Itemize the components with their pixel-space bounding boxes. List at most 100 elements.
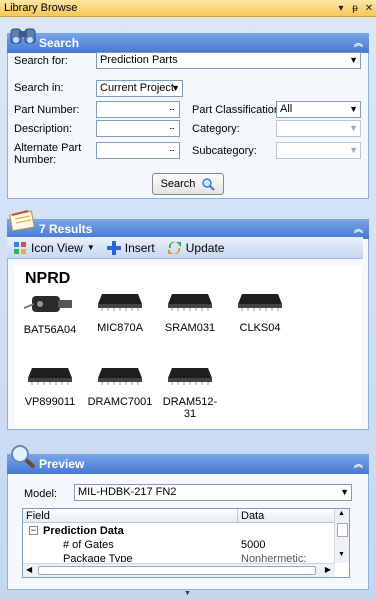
results-notepad-icon xyxy=(9,210,35,232)
results-panel-title: 7 Results xyxy=(39,222,93,236)
table-row[interactable]: Package Type Nonhermetic: DIPs, P xyxy=(23,552,335,562)
diode-part-icon xyxy=(23,296,72,312)
insert-label: Insert xyxy=(124,240,155,255)
chevron-down-icon: ▼ xyxy=(86,243,95,252)
scroll-up-icon[interactable]: ▲ xyxy=(338,510,345,517)
part-item[interactable]: MIC870A xyxy=(87,284,153,334)
part-number-label: Part Number: xyxy=(14,104,80,116)
search-button[interactable]: Search xyxy=(152,173,224,195)
search-in-value: Current Project xyxy=(100,82,174,94)
part-item[interactable]: NPRD BAT56A04 xyxy=(17,270,83,336)
chip-part-icon xyxy=(168,294,212,311)
browse-button[interactable]: ... xyxy=(165,144,178,157)
chevron-down-icon: ▼ xyxy=(349,55,358,65)
part-name: MIC870A xyxy=(97,322,143,334)
title-bar: Library Browse ▾ ᵽ ✕ xyxy=(0,0,376,17)
preview-grid: Field Data − Prediction Data # of Gates … xyxy=(22,508,350,578)
column-divider xyxy=(237,509,238,523)
nprd-badge: NPRD xyxy=(25,270,71,287)
part-name: VP899011 xyxy=(24,396,76,408)
collapse-chevron-icon[interactable]: ︽ xyxy=(354,222,363,235)
icon-view-dropdown[interactable]: Icon View ▼ xyxy=(13,241,95,255)
grid-header: Field Data xyxy=(23,509,335,523)
dropdown-icon[interactable]: ▾ xyxy=(334,3,348,14)
alternate-part-number-label: Alternate Part Number: xyxy=(14,142,82,166)
column-header-field[interactable]: Field xyxy=(26,510,50,522)
vertical-scrollbar[interactable]: ▲ ▼ xyxy=(334,509,349,563)
chevron-down-icon: ▼ xyxy=(349,145,358,155)
part-item[interactable]: VP899011 xyxy=(17,358,83,408)
scroll-left-icon[interactable]: ◀ xyxy=(26,565,32,574)
part-name: BAT56A04 xyxy=(23,324,77,336)
search-panel-header[interactable]: Search ︽ xyxy=(7,33,369,53)
scroll-down-icon[interactable]: ▼ xyxy=(338,551,345,558)
subcategory-label: Subcategory: xyxy=(192,145,257,157)
data-cell: Nonhermetic: DIPs, P xyxy=(241,553,307,562)
scroll-right-icon[interactable]: ▶ xyxy=(325,565,331,574)
chip-part-icon xyxy=(98,294,142,311)
update-button[interactable]: Update xyxy=(167,240,225,255)
preview-panel-header[interactable]: Preview ︽ xyxy=(7,454,369,474)
search-in-label: Search in: xyxy=(14,82,64,94)
part-item[interactable]: DRAMC7001 xyxy=(87,358,153,408)
preview-magnifier-icon xyxy=(11,445,36,469)
search-for-label: Search for: xyxy=(14,55,68,67)
model-select[interactable]: MIL-HDBK-217 FN2 ▼ xyxy=(74,484,352,501)
category-label: Category: xyxy=(192,123,240,135)
group-row[interactable]: − Prediction Data xyxy=(23,524,335,538)
collapse-box-icon[interactable]: − xyxy=(29,526,38,535)
view-icons-icon xyxy=(14,241,26,254)
part-name: DRAM512-31 xyxy=(162,396,218,420)
results-toolbar: Icon View ▼ Insert Update xyxy=(7,237,363,259)
chip-part-icon xyxy=(98,368,142,385)
collapse-chevron-icon[interactable]: ︽ xyxy=(354,457,363,470)
chip-part-icon xyxy=(28,368,72,385)
search-in-select[interactable]: Current Project ▼ xyxy=(96,80,183,97)
browse-button[interactable]: ... xyxy=(165,103,178,116)
field-cell: Package Type xyxy=(63,553,133,562)
search-panel-title: Search xyxy=(39,36,80,50)
search-for-value: Prediction Parts xyxy=(100,54,178,66)
horizontal-scrollbar[interactable]: ◀ ▶ xyxy=(23,563,335,577)
table-row[interactable]: # of Gates 5000 xyxy=(23,538,335,552)
chevron-down-icon: ▼ xyxy=(171,83,180,93)
part-name: SRAM031 xyxy=(164,322,216,334)
update-refresh-icon xyxy=(167,241,181,254)
category-select[interactable]: ▼ xyxy=(276,120,361,137)
chevron-down-icon: ▼ xyxy=(349,123,358,133)
part-name: DRAMC7001 xyxy=(87,396,153,408)
subcategory-select[interactable]: ▼ xyxy=(276,142,361,159)
pin-icon[interactable]: ᵽ xyxy=(348,3,362,14)
scroll-thumb[interactable] xyxy=(38,566,316,575)
part-classification-value: All xyxy=(280,103,293,115)
insert-plus-icon xyxy=(106,240,121,255)
part-number-input[interactable]: ... xyxy=(96,101,180,118)
alternate-part-number-input[interactable]: ... xyxy=(96,142,180,159)
chevron-down-icon: ▼ xyxy=(340,487,349,497)
browse-button[interactable]: ... xyxy=(165,122,178,135)
part-classification-select[interactable]: All ▼ xyxy=(276,101,361,118)
part-classification-label: Part Classification: xyxy=(192,104,284,116)
part-name: CLKS04 xyxy=(239,322,281,334)
part-item[interactable]: CLKS04 xyxy=(227,284,293,334)
update-label: Update xyxy=(185,240,225,255)
part-item[interactable]: DRAM512-31 xyxy=(157,358,223,420)
close-icon[interactable]: ✕ xyxy=(362,3,376,14)
scroll-thumb[interactable] xyxy=(337,523,348,537)
results-panel-header[interactable]: 7 Results ︽ xyxy=(7,219,369,239)
insert-button[interactable]: Insert xyxy=(106,240,155,255)
model-label: Model: xyxy=(24,488,58,500)
search-for-select[interactable]: Prediction Parts ▼ xyxy=(96,52,361,69)
data-cell: 5000 xyxy=(241,539,266,551)
chip-part-icon xyxy=(238,294,282,311)
description-label: Description: xyxy=(14,123,73,135)
column-header-data[interactable]: Data xyxy=(241,510,264,522)
chevron-down-icon: ▼ xyxy=(349,104,358,114)
description-input[interactable]: ... xyxy=(96,120,180,137)
bottom-expand-icon[interactable]: ▼ xyxy=(184,590,191,597)
results-list: NPRD BAT56A04 MIC870A SRAM031 CLKS04 VP8… xyxy=(15,266,361,428)
part-item[interactable]: SRAM031 xyxy=(157,284,223,334)
window-title: Library Browse xyxy=(4,2,78,14)
collapse-chevron-icon[interactable]: ︽ xyxy=(354,36,363,49)
field-cell: # of Gates xyxy=(63,539,114,551)
